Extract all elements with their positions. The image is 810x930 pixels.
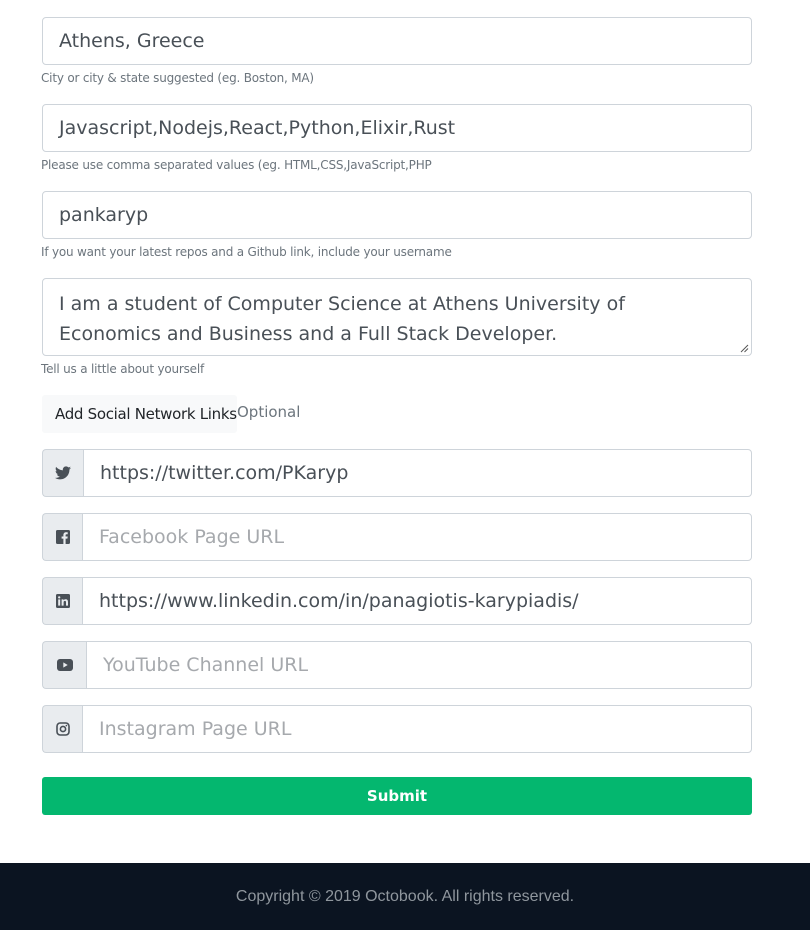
facebook-url-placeholder: Facebook Page URL (99, 526, 285, 548)
submit-button[interactable]: Submit (42, 777, 752, 815)
bio-hint: Tell us a little about yourself (41, 362, 205, 376)
bio-value: I am a student of Computer Science at At… (59, 293, 625, 345)
facebook-url-input[interactable]: Facebook Page URL (82, 513, 752, 561)
instagram-icon (55, 722, 70, 736)
instagram-addon (42, 705, 82, 753)
instagram-url-input[interactable]: Instagram Page URL (82, 705, 752, 753)
github-username-input[interactable]: pankaryp (42, 191, 752, 239)
footer: Copyright © 2019 Octobook. All rights re… (0, 863, 810, 930)
optional-label: Optional (237, 403, 301, 421)
github-username-value: pankaryp (59, 204, 149, 226)
linkedin-addon (42, 577, 82, 625)
twitter-input-group: https://twitter.com/PKaryp (42, 449, 752, 497)
linkedin-url-input[interactable]: https://www.linkedin.com/in/panagiotis-k… (82, 577, 752, 625)
facebook-addon (42, 513, 82, 561)
location-value: Athens, Greece (59, 30, 205, 52)
youtube-url-input[interactable]: YouTube Channel URL (86, 641, 752, 689)
resize-grip-icon[interactable] (740, 344, 749, 353)
youtube-addon (42, 641, 86, 689)
bio-textarea[interactable]: I am a student of Computer Science at At… (42, 278, 752, 356)
linkedin-url-value: https://www.linkedin.com/in/panagiotis-k… (99, 590, 579, 612)
instagram-url-placeholder: Instagram Page URL (99, 718, 292, 740)
twitter-url-input[interactable]: https://twitter.com/PKaryp (83, 449, 752, 497)
twitter-addon (42, 449, 83, 497)
youtube-input-group: YouTube Channel URL (42, 641, 752, 689)
twitter-url-value: https://twitter.com/PKaryp (100, 462, 349, 484)
location-input[interactable]: Athens, Greece (42, 17, 752, 65)
youtube-url-placeholder: YouTube Channel URL (103, 654, 309, 676)
skills-hint: Please use comma separated values (eg. H… (41, 158, 432, 172)
location-hint: City or city & state suggested (eg. Bost… (41, 71, 314, 85)
footer-copyright: Copyright © 2019 Octobook. All rights re… (235, 887, 575, 905)
facebook-icon (55, 530, 70, 544)
youtube-icon (56, 659, 73, 671)
twitter-icon (55, 466, 71, 480)
github-hint: If you want your latest repos and a Gith… (41, 245, 452, 259)
instagram-input-group: Instagram Page URL (42, 705, 752, 753)
skills-input[interactable]: Javascript,Nodejs,React,Python,Elixir,Ru… (42, 104, 752, 152)
linkedin-input-group: https://www.linkedin.com/in/panagiotis-k… (42, 577, 752, 625)
facebook-input-group: Facebook Page URL (42, 513, 752, 561)
linkedin-icon (55, 594, 70, 608)
add-social-links-button[interactable]: Add Social Network Links (42, 395, 237, 433)
skills-value: Javascript,Nodejs,React,Python,Elixir,Ru… (59, 117, 456, 139)
